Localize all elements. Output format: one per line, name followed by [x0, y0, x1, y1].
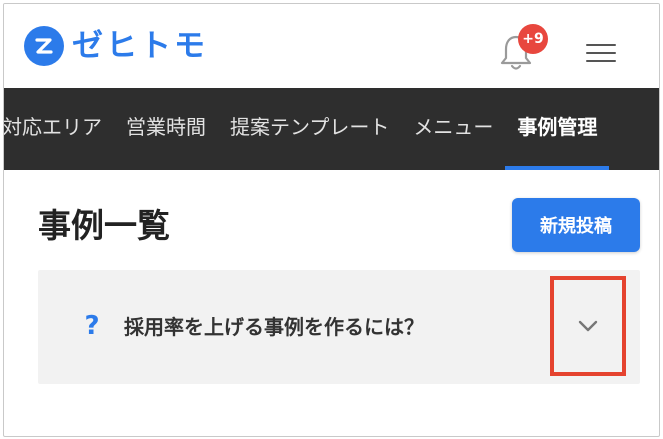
nav-item-proposal-template[interactable]: 提案テンプレート	[218, 88, 401, 170]
nav-bar: 対応エリア 営業時間 提案テンプレート メニュー 事例管理	[4, 88, 659, 170]
app-frame: ゼヒトモ +9 対応エリア 営業時間 提案テンプレート メニュー 事例管理 事例…	[3, 3, 660, 437]
nav-item-business-hours[interactable]: 営業時間	[114, 88, 218, 170]
faq-question: 採用率を上げる事例を作るには？	[124, 315, 424, 339]
nav-item-menu[interactable]: メニュー	[401, 88, 505, 170]
logo-mark-icon	[24, 26, 64, 66]
hamburger-menu-icon[interactable]	[586, 44, 616, 64]
page-title: 事例一覧	[38, 206, 170, 245]
new-post-button[interactable]: 新規投稿	[512, 198, 640, 252]
nav-track: 対応エリア 営業時間 提案テンプレート メニュー 事例管理	[4, 88, 610, 170]
logo-text: ゼヒトモ	[72, 28, 208, 64]
header: ゼヒトモ +9	[4, 4, 659, 88]
logo[interactable]: ゼヒトモ	[24, 24, 208, 68]
chevron-down-icon	[578, 320, 598, 332]
nav-item-case-management[interactable]: 事例管理	[505, 88, 610, 170]
nav-item-area[interactable]: 対応エリア	[4, 88, 114, 170]
notification-badge: +9	[518, 24, 548, 54]
question-mark-icon: ?	[84, 311, 100, 341]
faq-accordion[interactable]: ? 採用率を上げる事例を作るには？	[38, 270, 640, 384]
expand-toggle[interactable]	[550, 276, 626, 376]
